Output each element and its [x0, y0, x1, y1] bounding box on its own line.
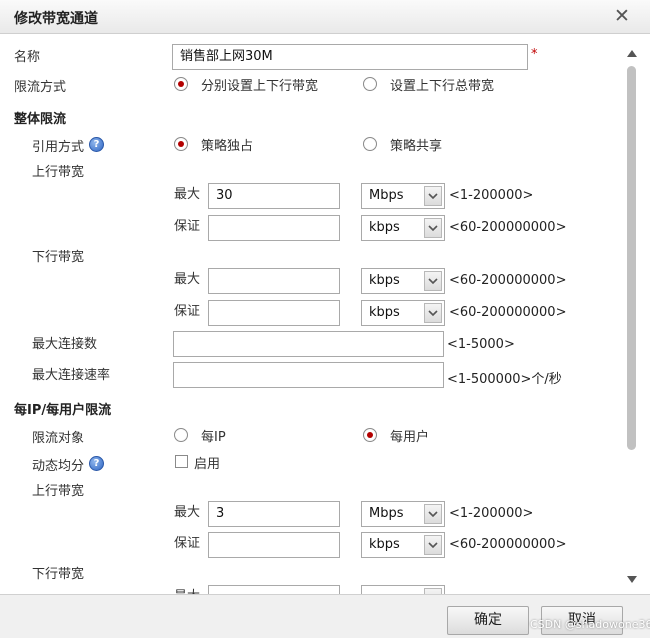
enable-checkbox[interactable] [175, 455, 188, 468]
overall-up-guarantee-unit-select[interactable]: kbps [361, 215, 445, 241]
dialog-content: 名称 销售部上网30M * 限流方式 分别设置上下行带宽 设置上下行总带宽 整体… [0, 34, 650, 594]
ref-mode-label: 引用方式 [32, 140, 85, 155]
per-user-up-guarantee-input[interactable] [208, 532, 340, 558]
dialog-titlebar: 修改带宽通道 ✕ [0, 0, 650, 34]
per-user-up-max-label: 最大 [174, 505, 201, 520]
per-user-up-max-unit-value: Mbps [369, 506, 404, 521]
limit-target-option-user[interactable]: 每用户 [390, 426, 429, 445]
limit-mode-option-separate[interactable]: 分别设置上下行带宽 [201, 75, 318, 94]
ref-mode-radio-exclusive[interactable] [174, 137, 188, 151]
limit-target-radio-user[interactable] [363, 428, 377, 442]
watermark: CSDN @shadowone360 [530, 618, 650, 631]
overall-down-max-unit-value: kbps [369, 273, 400, 288]
overall-up-guarantee-label: 保证 [174, 219, 201, 234]
max-conn-label: 最大连接数 [32, 337, 98, 352]
per-user-down-label: 下行带宽 [32, 567, 85, 582]
per-user-up-guarantee-unit-select[interactable]: kbps [361, 532, 445, 558]
chevron-down-icon[interactable] [424, 303, 442, 323]
chevron-down-icon[interactable] [424, 218, 442, 238]
help-icon[interactable]: ? [89, 456, 104, 471]
overall-down-max-label: 最大 [174, 272, 201, 287]
overall-up-guarantee-unit-value: kbps [369, 220, 400, 235]
overall-down-max-unit-select[interactable]: kbps [361, 268, 445, 294]
overall-section-title: 整体限流 [14, 112, 67, 127]
overall-up-max-label: 最大 [174, 187, 201, 202]
name-input[interactable]: 销售部上网30M [172, 44, 528, 70]
overall-down-max-range: <60-200000000> [449, 273, 567, 288]
chevron-down-icon[interactable] [424, 535, 442, 555]
limit-target-option-ip[interactable]: 每IP [201, 426, 226, 445]
per-user-up-guarantee-range: <60-200000000> [449, 537, 567, 552]
per-user-up-label: 上行带宽 [32, 484, 85, 499]
scrollbar-thumb[interactable] [627, 66, 636, 450]
overall-up-max-range: <1-200000> [449, 188, 534, 203]
overall-up-guarantee-input[interactable] [208, 215, 340, 241]
overall-down-guarantee-input[interactable] [208, 300, 340, 326]
limit-target-label: 限流对象 [32, 431, 85, 446]
limit-mode-label: 限流方式 [14, 80, 67, 95]
overall-down-label: 下行带宽 [32, 250, 85, 265]
overall-up-guarantee-range: <60-200000000> [449, 220, 567, 235]
per-user-up-max-unit-select[interactable]: Mbps [361, 501, 445, 527]
required-mark: * [531, 47, 538, 62]
max-conn-rate-range: <1-500000>个/秒 [447, 372, 562, 387]
per-user-up-max-range: <1-200000> [449, 506, 534, 521]
overall-down-guarantee-range: <60-200000000> [449, 305, 567, 320]
ref-mode-option-exclusive[interactable]: 策略独占 [201, 135, 253, 154]
per-user-up-guarantee-unit-value: kbps [369, 537, 400, 552]
dynamic-split-label: 动态均分 [32, 459, 85, 474]
per-user-down-max-unit-select[interactable] [361, 585, 445, 594]
max-conn-input[interactable] [173, 331, 444, 357]
per-user-up-guarantee-label: 保证 [174, 536, 201, 551]
dialog-title: 修改带宽通道 [14, 11, 98, 27]
max-conn-rate-input[interactable] [173, 362, 444, 388]
overall-up-max-input[interactable]: 30 [208, 183, 340, 209]
limit-target-radio-ip[interactable] [174, 428, 188, 442]
per-user-down-max-input[interactable] [208, 585, 340, 594]
overall-down-guarantee-label: 保证 [174, 304, 201, 319]
limit-mode-option-total[interactable]: 设置上下行总带宽 [390, 75, 494, 94]
help-icon[interactable]: ? [89, 137, 104, 152]
overall-up-label: 上行带宽 [32, 165, 85, 180]
ok-button[interactable]: 确定 [447, 606, 529, 635]
scroll-down-icon[interactable] [627, 572, 637, 587]
scroll-up-icon[interactable] [627, 46, 637, 61]
ref-mode-option-shared[interactable]: 策略共享 [390, 135, 442, 154]
ref-mode-radio-shared[interactable] [363, 137, 377, 151]
enable-label[interactable]: 启用 [194, 453, 220, 472]
chevron-down-icon[interactable] [424, 504, 442, 524]
overall-down-guarantee-unit-value: kbps [369, 305, 400, 320]
per-user-section-title: 每IP/每用户限流 [14, 403, 112, 418]
max-conn-rate-label: 最大连接速率 [32, 368, 111, 383]
overall-down-guarantee-unit-select[interactable]: kbps [361, 300, 445, 326]
per-user-up-max-input[interactable]: 3 [208, 501, 340, 527]
per-user-down-max-label: 最大 [174, 585, 200, 594]
limit-mode-radio-total[interactable] [363, 77, 377, 91]
limit-mode-radio-separate[interactable] [174, 77, 188, 91]
name-label: 名称 [14, 50, 41, 65]
max-conn-range: <1-5000> [447, 337, 515, 352]
chevron-down-icon[interactable] [424, 186, 442, 206]
dialog-footer: 确定 取消 [0, 594, 650, 638]
overall-down-max-input[interactable] [208, 268, 340, 294]
overall-up-max-unit-select[interactable]: Mbps [361, 183, 445, 209]
chevron-down-icon[interactable] [424, 271, 442, 291]
overall-up-max-unit-value: Mbps [369, 188, 404, 203]
close-icon[interactable]: ✕ [612, 5, 632, 27]
